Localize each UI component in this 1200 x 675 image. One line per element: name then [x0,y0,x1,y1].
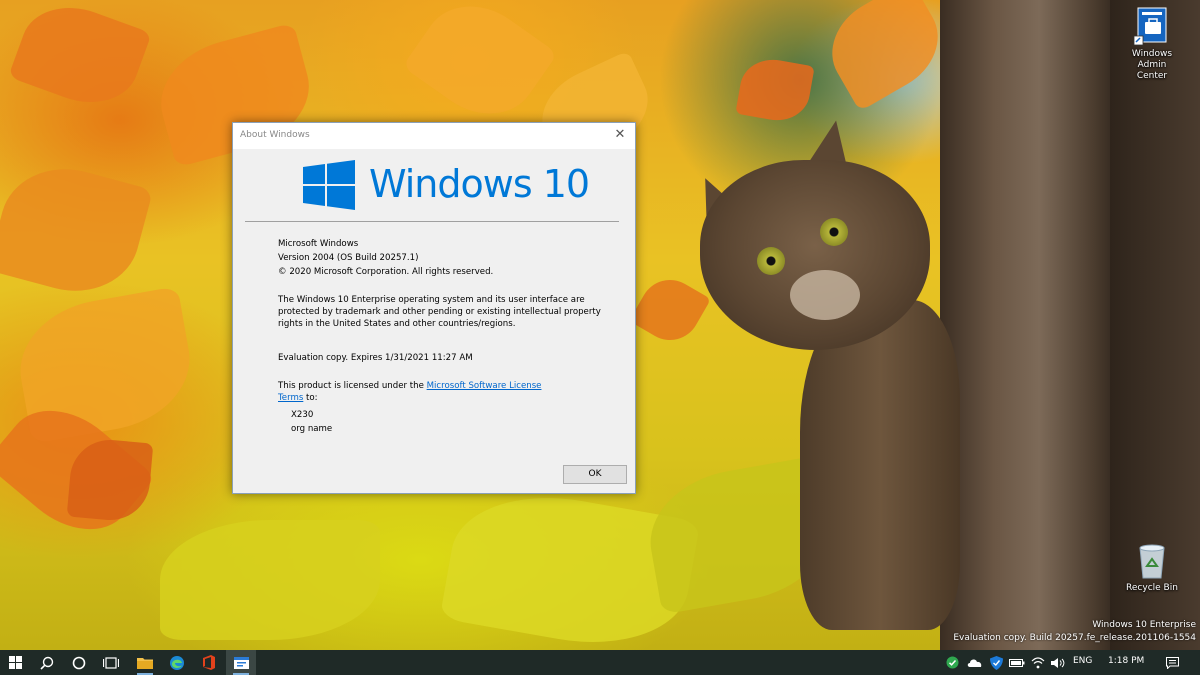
tree-trunk [940,0,1120,650]
version-text: Version 2004 (OS Build 20257.1) [278,253,419,263]
search-icon [40,656,54,670]
network-tray[interactable] [1028,650,1048,675]
close-icon: ✕ [614,127,626,142]
checkmark-shield-icon [946,656,958,669]
speaker-icon [1051,657,1065,668]
legal-text-line: protected by trademark and other pending… [278,307,601,317]
battery-tray[interactable] [1006,650,1028,675]
windows-10-wordmark: Windows 10 [369,162,590,206]
watermark-edition: Windows 10 Enterprise [1092,620,1196,630]
desktop-icon-label: Recycle Bin [1126,583,1178,593]
folder-icon [137,658,153,669]
cat-head [700,160,930,350]
desktop-icon-windows-admin-center[interactable]: Windows Admin Center [1122,6,1182,82]
task-view-button[interactable] [96,650,126,675]
license-terms-link[interactable]: Microsoft Software License [427,381,542,391]
windows-admin-center-icon [1133,7,1167,46]
onedrive-tray[interactable] [963,650,985,675]
dialog-divider [245,221,619,222]
language-indicator[interactable]: ENG [1073,656,1092,666]
license-text-line: This product is licensed under the Micro… [278,380,541,392]
security-status-tray[interactable] [941,650,963,675]
copyright-text: © 2020 Microsoft Corporation. All rights… [278,267,494,277]
about-windows-dialog: About Windows ✕ Windows 10 Microsoft Win… [232,122,636,494]
file-explorer-button[interactable] [130,650,160,675]
office-button[interactable] [194,650,224,675]
search-button[interactable] [32,650,62,675]
close-button[interactable]: ✕ [605,123,635,149]
evaluation-expiry-text: Evaluation copy. Expires 1/31/2021 11:27… [278,353,473,363]
license-prefix: This product is licensed under the [278,381,427,391]
legal-text-line: rights in the United States and other co… [278,319,516,329]
licensed-organization: org name [291,424,333,434]
cortana-circle-icon [72,656,86,669]
dialog-titlebar[interactable]: About Windows ✕ [233,123,635,149]
volume-tray[interactable] [1048,650,1068,675]
battery-icon [1009,658,1025,667]
notification-icon [1165,656,1179,669]
defender-tray[interactable] [985,650,1007,675]
windows-10-logo: Windows 10 [303,160,593,212]
wifi-icon [1031,656,1045,668]
edge-button[interactable] [162,650,192,675]
dialog-title: About Windows [240,130,310,140]
taskbar: ENG 1:18 PM [0,650,1200,675]
license-suffix: to: [303,393,318,403]
legal-text-line: The Windows 10 Enterprise operating syst… [278,295,585,305]
clock[interactable]: 1:18 PM [1108,656,1144,666]
cloud-icon [967,659,981,667]
edge-icon [170,655,184,670]
winver-button[interactable] [226,650,256,675]
licensed-user: X230 [291,410,314,420]
license-terms-link[interactable]: Terms [278,393,303,403]
cortana-button[interactable] [64,650,94,675]
evaluation-watermark: Windows 10 Enterprise Evaluation copy. B… [953,619,1196,645]
action-center-button[interactable] [1160,650,1184,675]
ok-button[interactable]: OK [563,465,627,484]
office-icon [203,655,215,670]
shield-icon [989,655,1003,670]
windows-logo-icon [8,656,22,669]
cat-eye [757,247,785,275]
desktop-icon-recycle-bin[interactable]: Recycle Bin [1122,540,1182,594]
task-view-icon [103,656,119,669]
product-name: Microsoft Windows [278,239,359,249]
license-text-line: Terms to: [278,392,318,404]
desktop-icon-label: Windows Admin Center [1131,49,1173,81]
windows-flag-icon [303,160,355,210]
watermark-build: Evaluation copy. Build 20257.fe_release.… [953,633,1196,643]
start-button[interactable] [0,650,30,675]
cat-eye [820,218,848,246]
recycle-bin-icon [1139,544,1165,579]
window-app-icon [233,656,249,669]
